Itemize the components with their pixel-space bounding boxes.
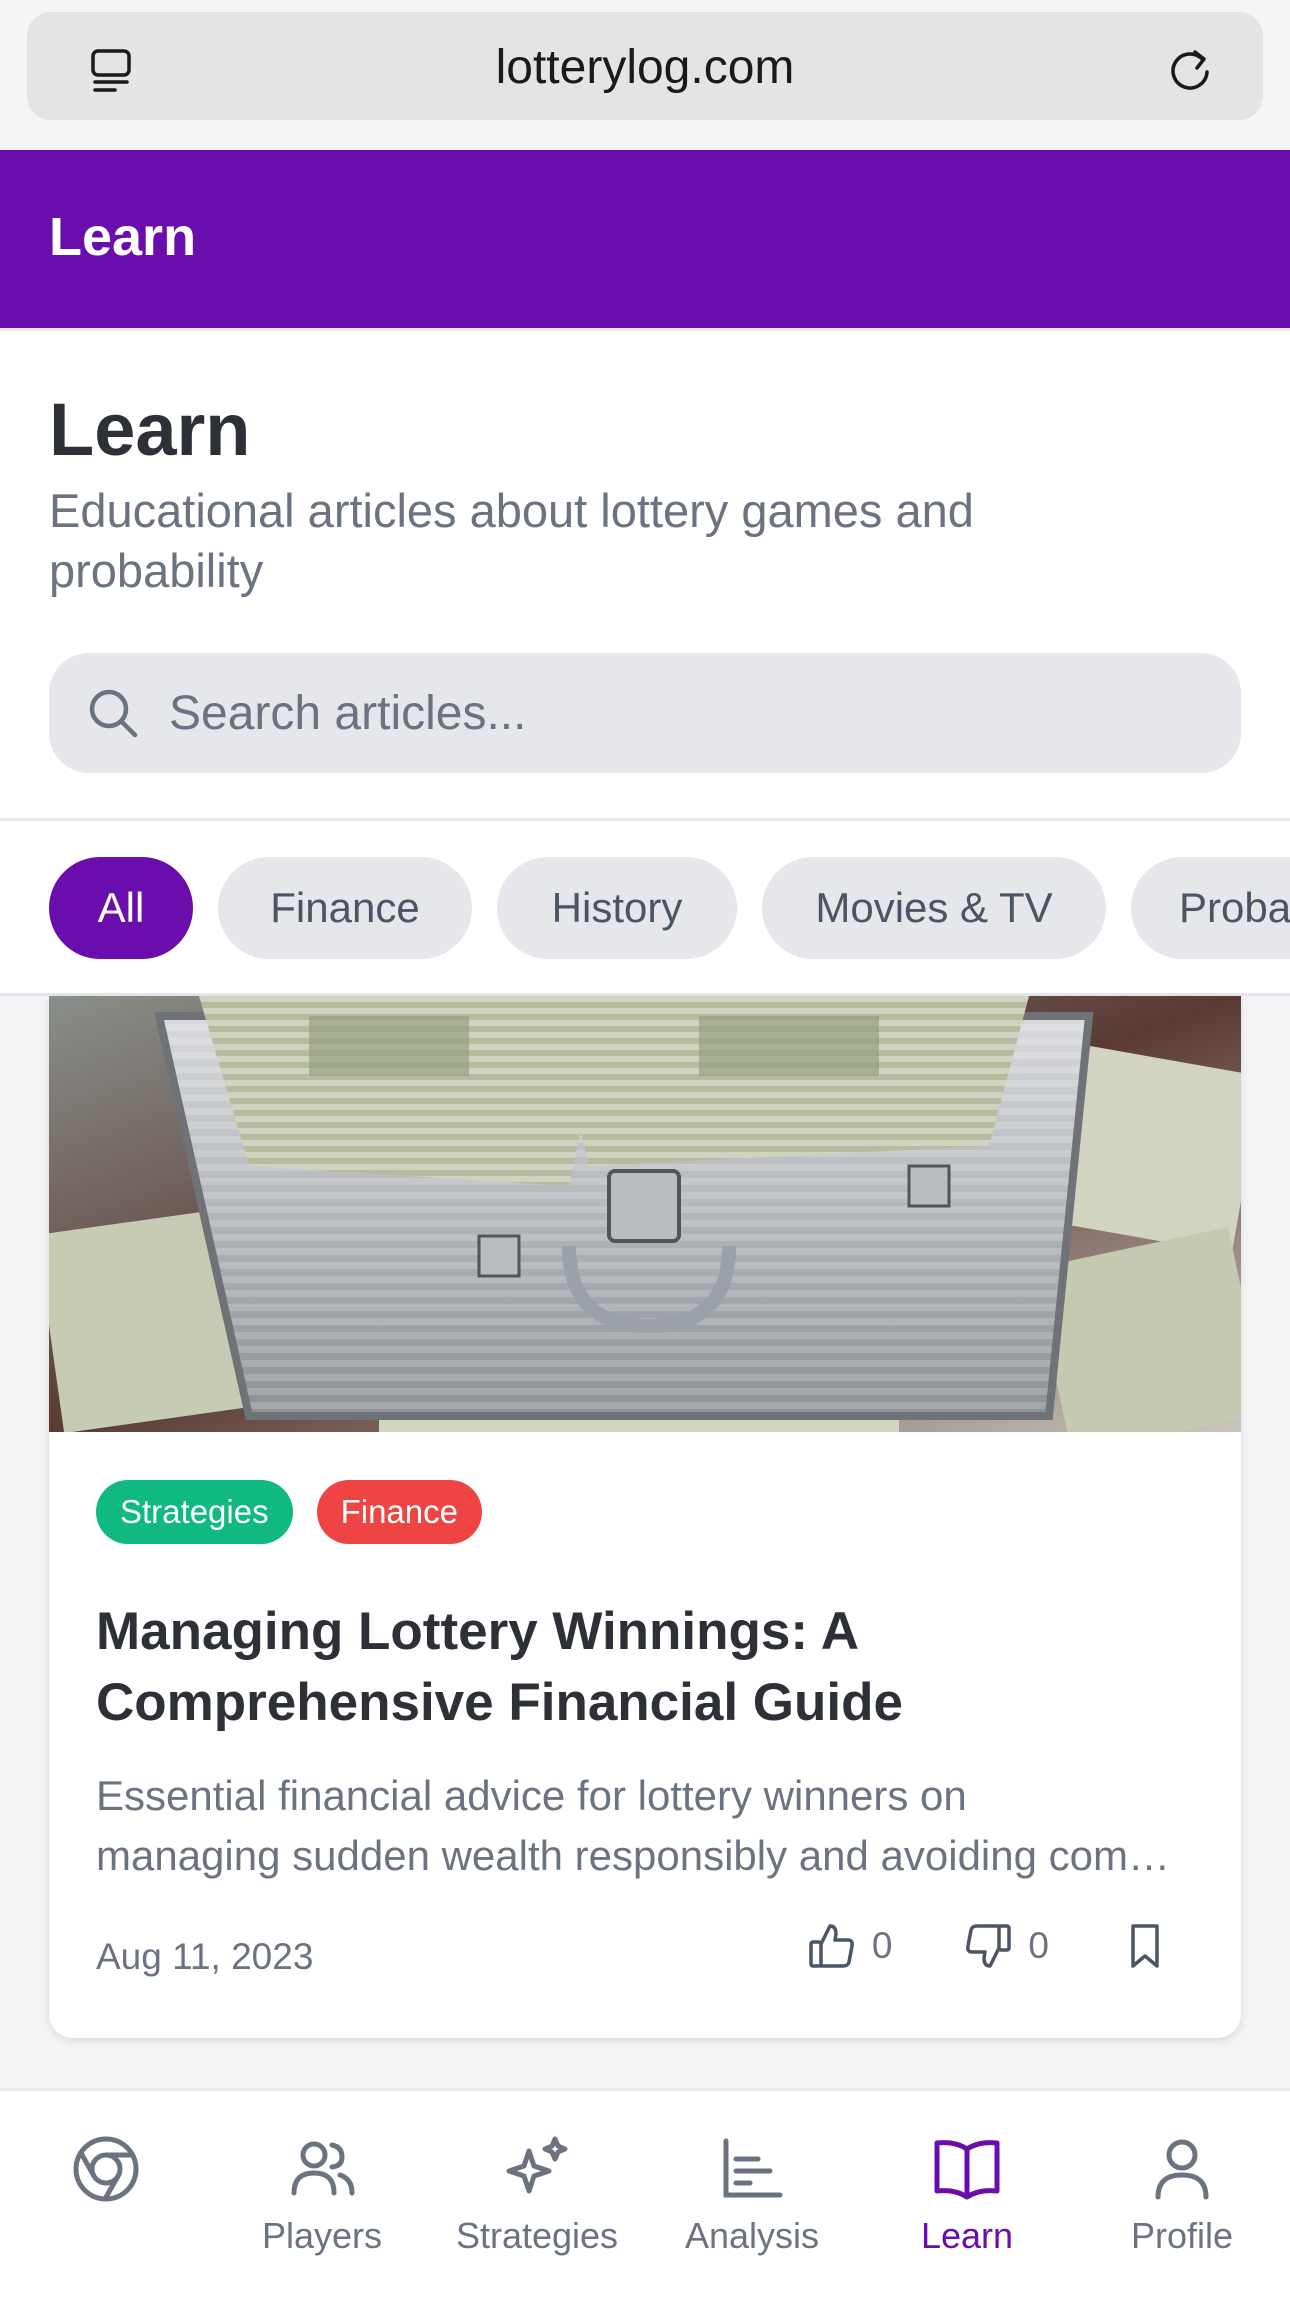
user-icon (1155, 2139, 1209, 2200)
nav-label: Learn (920, 2215, 1014, 2256)
category-chips: All Finance History Movies & TV Probabil… (0, 818, 1290, 996)
article-excerpt: Essential financial advice for lottery w… (96, 1766, 1196, 1886)
article-title[interactable]: Managing Lottery Winnings: A Comprehensi… (96, 1596, 1196, 1738)
intro-section: Learn Educational articles about lottery… (0, 328, 1290, 818)
nav-label: Analysis (684, 2215, 820, 2256)
search-input[interactable] (169, 673, 1209, 753)
search-box[interactable] (49, 653, 1241, 773)
article-tags: Strategies Finance (96, 1480, 482, 1544)
chip-movies-tv[interactable]: Movies & TV (762, 857, 1106, 959)
search-icon (89, 689, 138, 738)
nav-analysis[interactable]: Analysis (652, 2133, 852, 2257)
tag-strategies[interactable]: Strategies (96, 1480, 293, 1544)
nav-profile[interactable]: Profile (1082, 2133, 1282, 2257)
chip-history[interactable]: History (497, 857, 737, 959)
tag-finance[interactable]: Finance (316, 1480, 482, 1544)
address-bar[interactable]: lotterylog.com (27, 12, 1263, 120)
nav-label: Profile (1130, 2215, 1234, 2256)
logo-icon (73, 2136, 139, 2202)
article-date: Aug 11, 2023 (96, 1936, 314, 1977)
bookmark-icon (1131, 1924, 1159, 1968)
nav-players[interactable]: Players (222, 2133, 422, 2257)
article-title-line: Comprehensive Financial Guide (96, 1673, 903, 1732)
bar-chart-icon (723, 2138, 783, 2198)
article-excerpt-line: Essential financial advice for lottery w… (96, 1772, 967, 1819)
article-actions: 0 0 (736, 1920, 1171, 1972)
dislike-count: 0 (1028, 1925, 1049, 1966)
nav-learn[interactable]: Learn (867, 2133, 1067, 2257)
browser-bar: lotterylog.com (0, 0, 1290, 150)
reload-icon[interactable] (1165, 46, 1215, 96)
nav-strategies[interactable]: Strategies (437, 2133, 637, 2257)
article-excerpt-line: managing sudden wealth responsibly and a… (96, 1832, 1196, 1879)
bottom-nav: Players Strategies Analysis Learn Profil… (0, 2088, 1290, 2316)
chip-probability[interactable]: Probability (1131, 857, 1290, 959)
nav-label: Players (261, 2215, 383, 2256)
thumbs-down-icon (966, 1924, 1012, 1968)
page-title: Learn (49, 388, 251, 471)
article-image[interactable] (49, 996, 1241, 1432)
article-title-line: Managing Lottery Winnings: A (96, 1602, 860, 1661)
users-icon (291, 2141, 355, 2196)
app-header: Learn (0, 150, 1290, 328)
url-text[interactable]: lotterylog.com (27, 40, 1263, 95)
nav-home[interactable] (6, 2133, 206, 2215)
like-count: 0 (871, 1925, 893, 1966)
thumbs-up-icon (809, 1924, 854, 1968)
header-title: Learn (49, 207, 197, 267)
article-card[interactable]: Strategies Finance Managing Lottery Winn… (49, 996, 1241, 2038)
page-subtitle: Educational articles about lottery games… (49, 484, 974, 597)
sparkles-icon (506, 2136, 568, 2194)
chip-finance[interactable]: Finance (218, 857, 472, 959)
bookmark-button[interactable] (1119, 1920, 1171, 1972)
nav-label: Strategies (455, 2215, 619, 2256)
like-button[interactable]: 0 (806, 1920, 893, 1972)
book-icon (934, 2140, 1000, 2200)
chip-all[interactable]: All (49, 857, 193, 959)
dislike-button[interactable]: 0 (962, 1920, 1049, 1972)
